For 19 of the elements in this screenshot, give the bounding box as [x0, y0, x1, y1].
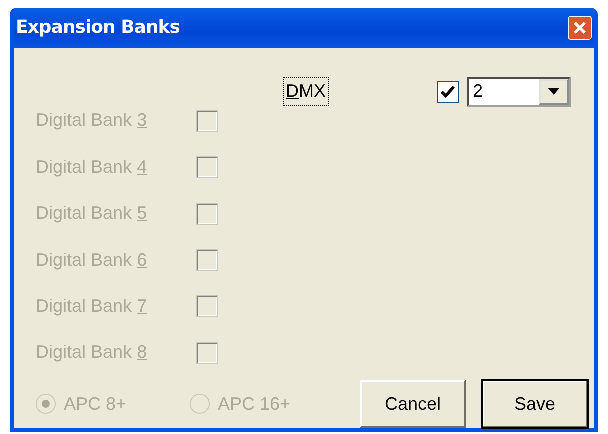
- close-icon: [573, 20, 587, 35]
- bank-label: Digital Bank 8: [36, 341, 148, 364]
- radio-label: APC 8+: [64, 392, 127, 416]
- bank-label: Digital Bank 5: [36, 202, 148, 226]
- save-button[interactable]: Save: [482, 380, 588, 428]
- bank-label: Digital Bank 7: [36, 294, 148, 318]
- dmx-label: DMX: [283, 77, 329, 106]
- bank-label: Digital Bank 3: [36, 109, 148, 132]
- check-icon: [441, 86, 455, 98]
- dmx-checkbox[interactable]: [437, 80, 459, 103]
- radio-label: APC 16+: [218, 392, 291, 416]
- bank-label: Digital Bank 6: [36, 248, 148, 272]
- window-title: Expansion Banks: [16, 16, 180, 40]
- bank-count-dropdown[interactable]: 2: [467, 76, 571, 107]
- bank-label: Digital Bank 4: [36, 156, 148, 179]
- close-button[interactable]: [568, 16, 592, 40]
- dropdown-value: 2: [473, 80, 484, 104]
- dropdown-arrow-icon: [548, 88, 560, 96]
- cancel-button[interactable]: Cancel: [360, 380, 466, 428]
